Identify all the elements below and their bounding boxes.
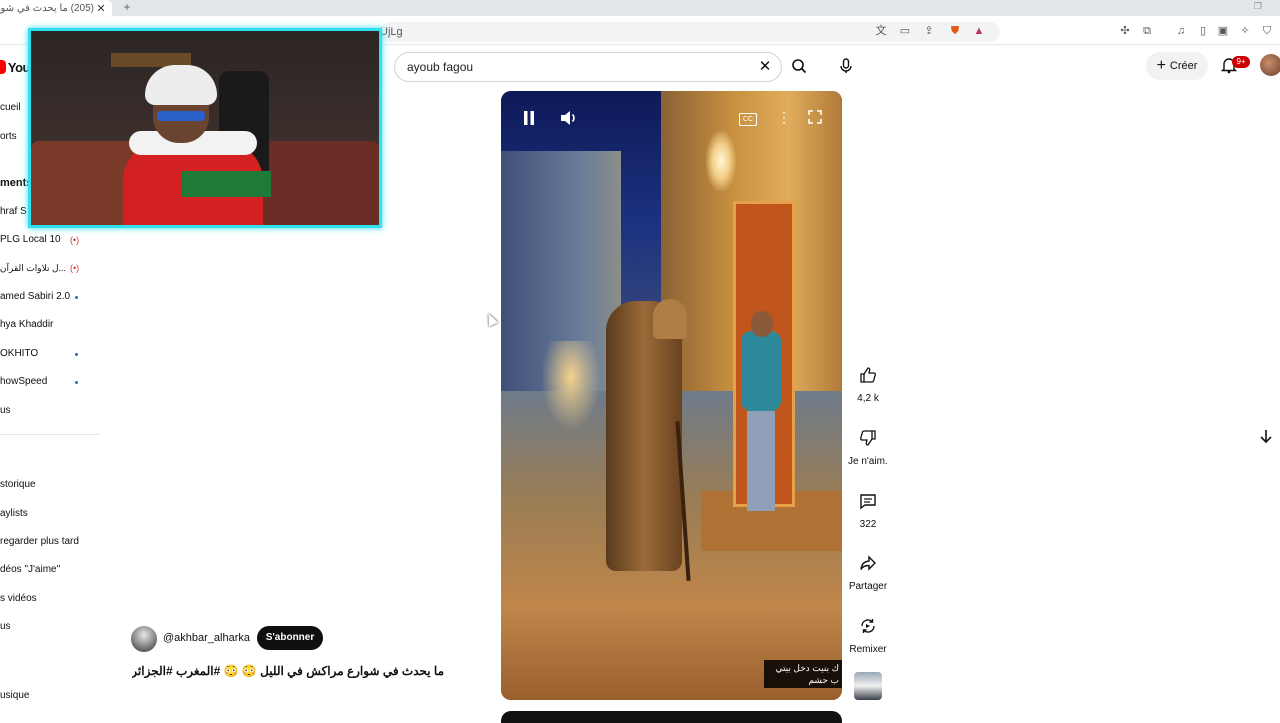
caption-line: ك بنيت دخل بيتي	[775, 663, 839, 673]
fullscreen-button[interactable]	[807, 109, 823, 130]
fullscreen-icon	[808, 110, 822, 124]
url-text: UjLg	[380, 26, 403, 38]
webcam-overlay	[28, 28, 382, 228]
sidebar-divider	[0, 434, 100, 435]
search-button[interactable]	[782, 52, 816, 80]
create-label: Créer	[1169, 60, 1198, 72]
cast-icon[interactable]: ▭	[898, 24, 912, 38]
ai-assistant-icon[interactable]: ✧	[1238, 24, 1252, 38]
notification-badge: 9+	[1232, 56, 1250, 68]
sidebar-item-shorts[interactable]: orts	[0, 131, 17, 142]
sidebar-subscription[interactable]: hraf S	[0, 206, 27, 217]
plus-icon: +	[1156, 57, 1166, 74]
channel-handle[interactable]: @akhbar_alharka	[163, 632, 250, 644]
share-icon	[860, 555, 876, 571]
sidebar-subscription[interactable]: ...ل تلاوات القرآن الك	[0, 263, 66, 274]
tab-search-icon[interactable]: ⧉	[1140, 24, 1154, 38]
pause-icon	[524, 111, 534, 125]
short-video-player[interactable]: CC ⋮ ك بنيت دخل بيتي ب حشم	[501, 91, 842, 700]
comments-action[interactable]: 322	[848, 486, 888, 530]
rewards-icon[interactable]: ▲	[972, 24, 986, 38]
remix-label: Remixer	[849, 644, 887, 655]
subscribe-button[interactable]: S'abonner	[257, 626, 323, 650]
new-tab-button[interactable]: +	[120, 0, 134, 16]
captions-button[interactable]: CC	[739, 113, 757, 126]
create-button[interactable]: + Créer	[1146, 52, 1208, 80]
search-icon	[792, 59, 807, 74]
volume-button[interactable]	[559, 109, 579, 132]
more-options-icon[interactable]: ⋮	[777, 109, 791, 126]
brave-shield-icon[interactable]: ⛊	[948, 24, 962, 38]
restore-window-icon[interactable]: ❐	[1254, 0, 1262, 12]
remix-icon	[861, 619, 875, 633]
next-short-preview	[501, 711, 842, 723]
share-label: Partager	[848, 581, 888, 592]
sidebar-subscription[interactable]: hya Khaddir	[0, 319, 53, 330]
account-avatar[interactable]	[1260, 54, 1280, 76]
sidebar-subscription[interactable]: amed Sabiri 2.0	[0, 291, 70, 302]
next-video-button[interactable]	[1254, 424, 1278, 448]
like-count: 4,2 k	[857, 393, 879, 404]
pause-button[interactable]	[521, 109, 537, 132]
video-title[interactable]: ما يحدث في شوارع مراكش في الليل 😳 😳 #الم…	[132, 664, 444, 678]
voice-search-button[interactable]	[832, 52, 860, 80]
remix-action[interactable]: Remixer	[848, 611, 888, 655]
clear-search-icon[interactable]: ✕	[755, 57, 775, 77]
share-action[interactable]: Partager	[848, 548, 888, 592]
sidebar-item-your-videos[interactable]: s vidéos	[0, 593, 37, 604]
browser-tab[interactable]: (205) ما يحدث في شوارع ✕	[0, 0, 112, 16]
youtube-logo-text: You	[7, 59, 31, 75]
translate-icon[interactable]: 文	[874, 24, 888, 38]
sound-source-thumbnail[interactable]	[854, 672, 882, 700]
search-box[interactable]: ayoub fagou ✕	[394, 52, 782, 82]
new-content-dot	[75, 296, 78, 299]
sidebar-item-home[interactable]: cueil	[0, 102, 21, 113]
microphone-icon	[840, 58, 852, 73]
dislike-label: Je n'aim...	[848, 456, 888, 467]
sidebar-subscription[interactable]: PLG Local 10	[0, 234, 61, 245]
media-icon[interactable]: ♫	[1174, 24, 1188, 38]
sidebar-item-playlists[interactable]: aylists	[0, 508, 28, 519]
like-action[interactable]: 4,2 k	[848, 360, 888, 404]
live-icon: (•)	[70, 263, 80, 273]
comment-count: 322	[859, 519, 877, 530]
comment-icon	[860, 494, 876, 510]
dislike-action[interactable]: Je n'aim...	[848, 423, 888, 467]
new-content-dot	[75, 353, 78, 356]
tab-close-icon[interactable]: ✕	[94, 2, 108, 15]
browser-tabstrip	[0, 0, 1280, 16]
share-page-icon[interactable]: ⇪	[922, 24, 936, 38]
sidebar-toggle-icon[interactable]: ▯	[1196, 24, 1210, 38]
new-content-dot	[75, 381, 78, 384]
vpn-icon[interactable]: ⛉	[1260, 24, 1274, 38]
sidebar-item-liked-videos[interactable]: déos "J'aime"	[0, 564, 60, 575]
sidebar-item-music[interactable]: usique	[0, 690, 29, 701]
youtube-logo[interactable]: You	[0, 58, 31, 76]
sidebar-show-more[interactable]: us	[0, 405, 11, 416]
sidebar-subscription[interactable]: OKHITO	[0, 348, 38, 359]
sidebar-item-watch-later[interactable]: regarder plus tard	[0, 536, 79, 547]
wallet-icon[interactable]: ▣	[1216, 24, 1230, 38]
channel-avatar[interactable]	[131, 626, 157, 652]
sidebar-item-history[interactable]: storique	[0, 479, 36, 490]
youtube-play-icon	[0, 60, 6, 74]
caption-line: ب حشم	[808, 675, 839, 685]
tab-title: (205) ما يحدث في شوارع	[0, 2, 94, 14]
video-caption: ك بنيت دخل بيتي ب حشم	[764, 660, 842, 688]
sidebar-show-more[interactable]: us	[0, 621, 11, 632]
arrow-down-icon	[1260, 430, 1272, 444]
thumbs-up-icon	[860, 367, 876, 383]
search-input[interactable]: ayoub fagou	[407, 53, 473, 81]
live-icon: (•)	[70, 235, 80, 245]
volume-icon	[561, 111, 575, 125]
mouse-cursor-icon	[483, 311, 499, 327]
thumbs-down-icon	[860, 430, 876, 446]
sidebar-subscription[interactable]: howSpeed	[0, 376, 47, 387]
extensions-icon[interactable]: ✣	[1118, 24, 1132, 38]
